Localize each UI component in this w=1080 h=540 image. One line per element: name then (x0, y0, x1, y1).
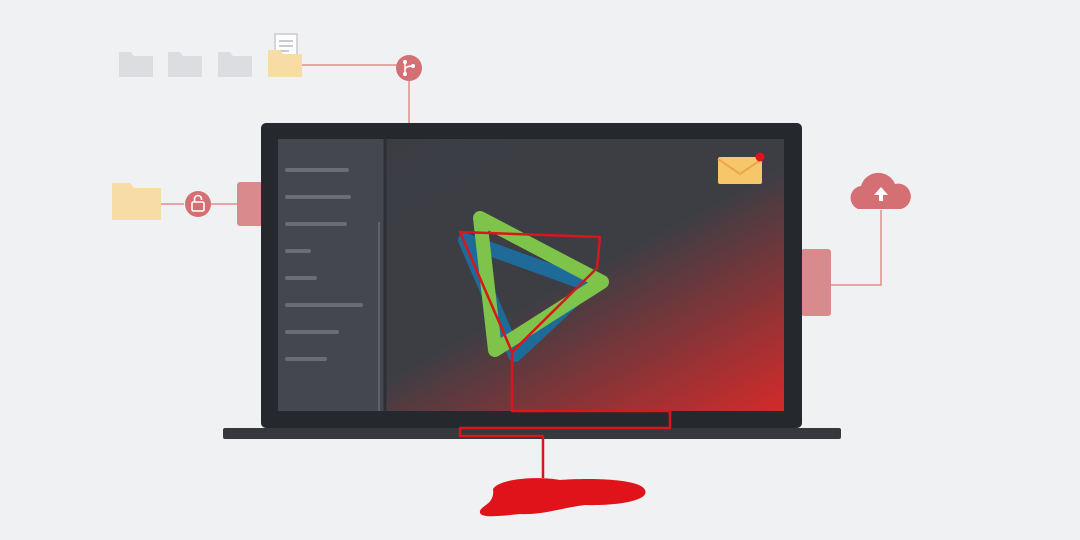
folder-icon (218, 52, 252, 77)
folder-icon (119, 52, 153, 77)
app-sidebar (278, 139, 387, 411)
folder-icon (168, 52, 202, 77)
cloud-upload-icon (850, 172, 911, 209)
illustration-canvas (0, 0, 1080, 540)
illustration-svg (112, 33, 911, 517)
left-port-tab (237, 182, 263, 226)
laptop-base (223, 428, 841, 439)
notification-badge (755, 152, 765, 162)
right-port-tab (801, 249, 831, 316)
folder-icon-left (112, 183, 161, 220)
envelope-icon (717, 152, 765, 184)
folder-icon-highlighted (268, 50, 302, 77)
folder-row (119, 33, 302, 77)
share-icon (396, 55, 422, 81)
red-liquid-puddle (479, 478, 646, 517)
connector-line (831, 210, 882, 286)
lock-icon (185, 191, 211, 217)
